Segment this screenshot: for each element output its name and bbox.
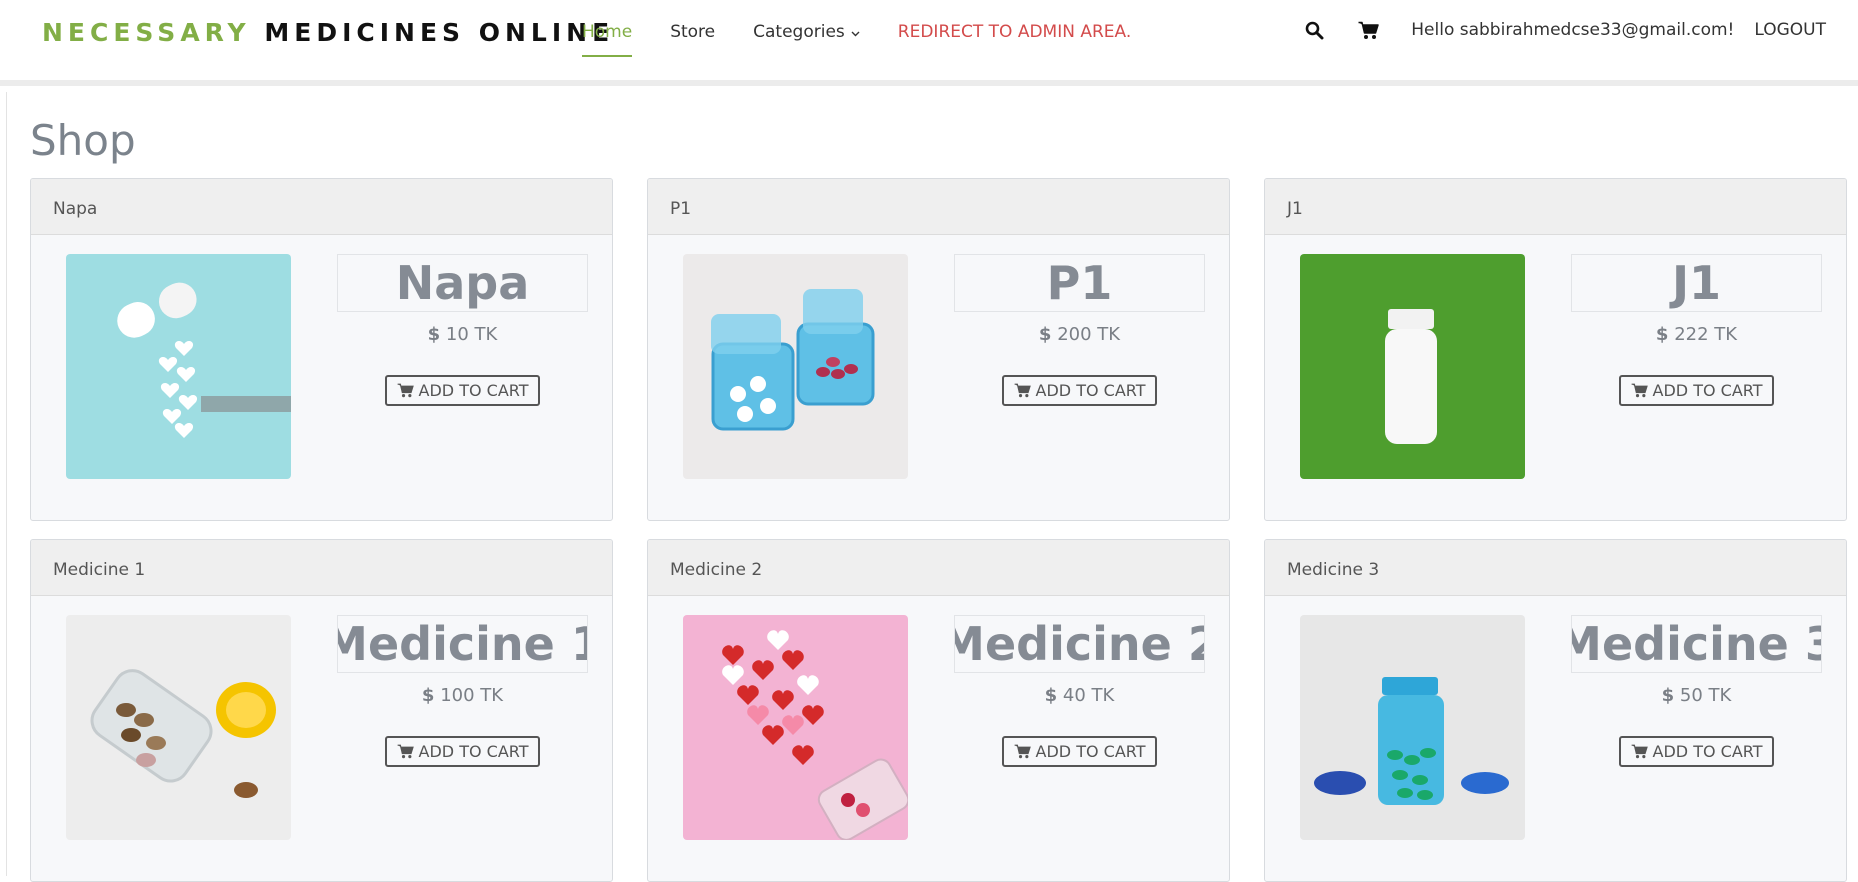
product-name: Napa — [337, 254, 588, 312]
chevron-down-icon — [851, 27, 860, 40]
product-info: Medicine 1 $ 100 TK ADD TO CART — [337, 615, 588, 767]
product-card: J1 J1 $ 222 TK ADD TO CART — [1264, 178, 1847, 521]
product-name: J1 — [1571, 254, 1822, 312]
add-to-cart-label: ADD TO CART — [1035, 742, 1146, 761]
card-header: P1 — [648, 179, 1229, 235]
logout-link[interactable]: LOGOUT — [1754, 20, 1826, 40]
card-header: Medicine 1 — [31, 540, 612, 596]
product-info: Medicine 2 $ 40 TK ADD TO CART — [954, 615, 1205, 767]
product-price-value: 200 TK — [1057, 324, 1121, 345]
add-to-cart-button[interactable]: ADD TO CART — [1618, 375, 1775, 406]
product-price: $ 200 TK — [954, 324, 1205, 345]
product-card: Napa Napa $ 10 TK ADD TO CART — [30, 178, 613, 521]
dollar-icon: $ — [1661, 685, 1675, 706]
product-name: Medicine 3 — [1571, 615, 1822, 673]
main-nav: Home Store Categories REDIRECT TO ADMIN … — [582, 0, 1169, 80]
product-price: $ 10 TK — [337, 324, 588, 345]
product-price: $ 50 TK — [1571, 685, 1822, 706]
brand-part-2: MEDICINES ONLINE — [264, 18, 615, 47]
product-name: Medicine 2 — [954, 615, 1205, 673]
product-image[interactable] — [66, 615, 291, 840]
add-to-cart-label: ADD TO CART — [1652, 381, 1763, 400]
product-card: P1 P1 $ 200 TK ADD TO CART — [647, 178, 1230, 521]
cart-icon — [1631, 744, 1648, 759]
nav-home[interactable]: Home — [582, 0, 633, 58]
nav-admin-link[interactable]: REDIRECT TO ADMIN AREA. — [898, 0, 1131, 58]
dollar-icon: $ — [1038, 324, 1052, 345]
card-header: Medicine 2 — [648, 540, 1229, 596]
product-price-value: 100 TK — [440, 685, 504, 706]
product-image[interactable] — [683, 615, 908, 840]
nav-store[interactable]: Store — [670, 0, 715, 58]
add-to-cart-label: ADD TO CART — [418, 742, 529, 761]
add-to-cart-label: ADD TO CART — [1035, 381, 1146, 400]
add-to-cart-label: ADD TO CART — [1652, 742, 1763, 761]
add-to-cart-button[interactable]: ADD TO CART — [384, 736, 541, 767]
page-title: Shop — [30, 116, 136, 165]
product-image[interactable] — [683, 254, 908, 479]
add-to-cart-label: ADD TO CART — [418, 381, 529, 400]
product-card: Medicine 2 Medicine $ 40 TK ADD TO CART — [647, 539, 1230, 882]
nav-categories-label: Categories — [753, 22, 845, 42]
user-area: Hello sabbirahmedcse33@gmail.com! LOGOUT — [1303, 0, 1826, 60]
cart-icon — [397, 744, 414, 759]
dollar-icon: $ — [1044, 685, 1058, 706]
product-name: P1 — [954, 254, 1205, 312]
product-info: Medicine 3 $ 50 TK ADD TO CART — [1571, 615, 1822, 767]
product-info: Napa $ 10 TK ADD TO CART — [337, 254, 588, 406]
add-to-cart-button[interactable]: ADD TO CART — [1618, 736, 1775, 767]
product-image[interactable] — [1300, 254, 1525, 479]
cart-icon — [397, 383, 414, 398]
product-info: P1 $ 200 TK ADD TO CART — [954, 254, 1205, 406]
product-price-value: 50 TK — [1679, 685, 1732, 706]
card-header: Medicine 3 — [1265, 540, 1846, 596]
product-info: J1 $ 222 TK ADD TO CART — [1571, 254, 1822, 406]
product-price: $ 222 TK — [1571, 324, 1822, 345]
dollar-icon: $ — [421, 685, 435, 706]
cart-icon — [1014, 383, 1031, 398]
product-card: Medicine 1 Medicine 1 $ 100 TK ADD TO CA… — [30, 539, 613, 882]
product-price-value: 10 TK — [445, 324, 498, 345]
cart-icon[interactable] — [1357, 19, 1379, 41]
product-image[interactable] — [66, 254, 291, 479]
cart-icon — [1014, 744, 1031, 759]
add-to-cart-button[interactable]: ADD TO CART — [1001, 375, 1158, 406]
cart-icon — [1631, 383, 1648, 398]
product-card: Medicine 3 Medicine 3 $ 50 TK ADD TO CA — [1264, 539, 1847, 882]
product-name: Medicine 1 — [337, 615, 588, 673]
main-content: Shop Napa Napa $ 10 TK ADD TO CART P1 P1… — [6, 92, 1858, 882]
product-price: $ 100 TK — [337, 685, 588, 706]
top-navbar: NECESSARY MEDICINES ONLINE Home Store Ca… — [0, 0, 1858, 86]
user-greeting: Hello sabbirahmedcse33@gmail.com! — [1411, 20, 1735, 40]
dollar-icon: $ — [427, 324, 441, 345]
brand-part-1: NECESSARY — [42, 18, 251, 47]
dollar-icon: $ — [1655, 324, 1669, 345]
add-to-cart-button[interactable]: ADD TO CART — [384, 375, 541, 406]
card-header: Napa — [31, 179, 612, 235]
product-price: $ 40 TK — [954, 685, 1205, 706]
product-image[interactable] — [1300, 615, 1525, 840]
card-header: J1 — [1265, 179, 1846, 235]
nav-categories[interactable]: Categories — [753, 0, 860, 58]
add-to-cart-button[interactable]: ADD TO CART — [1001, 736, 1158, 767]
brand-logo[interactable]: NECESSARY MEDICINES ONLINE — [42, 18, 614, 47]
product-price-value: 40 TK — [1062, 685, 1115, 706]
search-icon[interactable] — [1303, 19, 1325, 41]
product-price-value: 222 TK — [1674, 324, 1738, 345]
